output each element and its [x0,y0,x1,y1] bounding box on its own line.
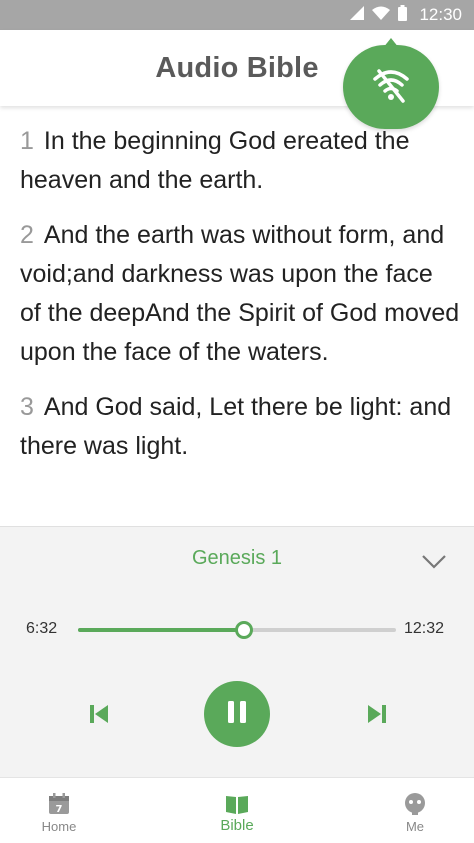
status-time: 12:30 [419,5,462,24]
offline-indicator-button[interactable] [343,45,439,129]
time-elapsed: 6:32 [26,620,58,637]
verse-2[interactable]: 2 And the earth was without form, and voi… [20,216,460,372]
verse-3[interactable]: 3 And God said, Let there be light: and t… [20,388,460,466]
profile-icon [403,792,427,816]
pause-icon [223,698,251,731]
page-title: Audio Bible [155,51,319,84]
status-bar: 12:30 [0,0,474,30]
verse-number: 2 [20,221,34,249]
nav-me-label: Me [405,819,425,834]
time-total: 12:32 [404,620,445,637]
verse-1[interactable]: 1 In the beginning God ereated the heaven… [20,122,460,200]
nav-home-label: Home [41,819,77,834]
skip-previous-icon [86,705,112,731]
wifi-off-icon [371,67,411,108]
track-title: Genesis 1 [191,547,283,569]
progress-bar[interactable] [78,621,396,639]
verse-number: 1 [20,127,34,155]
book-icon [225,792,249,816]
status-icons: 12:30 [350,0,462,30]
bible-text: 1 In the beginning God ereated the heaven… [20,122,460,482]
collapse-player-button[interactable] [420,547,448,575]
verse-text: And the earth was without form, and void… [20,221,460,366]
pause-button[interactable] [204,681,270,747]
calendar-icon: 7 [47,792,71,816]
audio-player: Genesis 1 6:32 12:32 [0,526,474,777]
progress-fill [78,628,244,632]
nav-bible[interactable]: Bible [187,778,287,843]
skip-next-icon [364,705,390,731]
nav-me[interactable]: Me [365,778,465,843]
chevron-down-icon [420,555,448,579]
signal-icon [350,5,365,25]
progress-knob[interactable] [235,621,254,639]
bottom-navigation: 7 Home Bible Me [0,777,474,843]
nav-bible-label: Bible [220,817,254,834]
battery-icon [398,4,408,26]
verse-number: 3 [20,393,34,421]
verse-text: In the beginning God ereated the heaven … [20,127,410,194]
wifi-icon [372,6,391,25]
svg-text:7: 7 [56,804,63,815]
next-button[interactable] [364,701,390,727]
nav-home[interactable]: 7 Home [9,778,109,843]
previous-button[interactable] [86,701,112,727]
verse-text: And God said, Let there be light: and th… [20,393,452,460]
